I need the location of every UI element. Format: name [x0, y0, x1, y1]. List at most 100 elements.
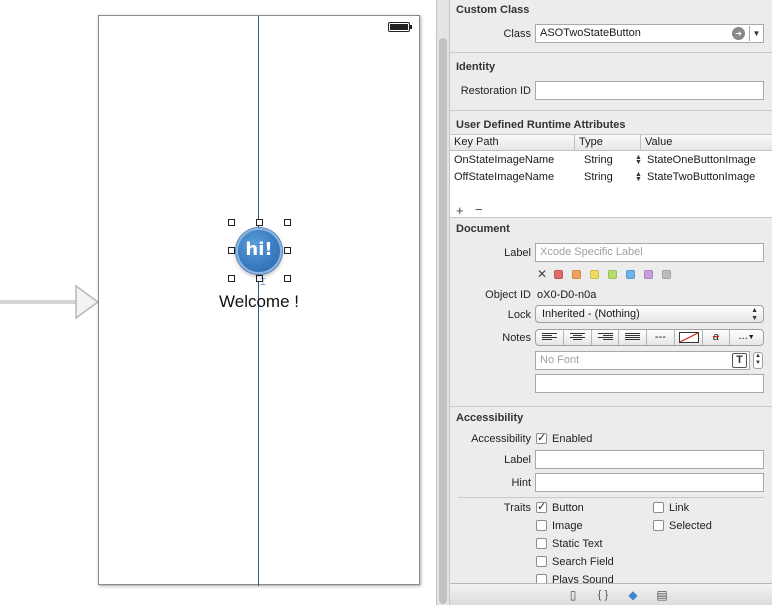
- align-left-button[interactable]: [536, 330, 564, 345]
- object-id-value: oX0-D0-n0a: [537, 289, 597, 301]
- justify-button[interactable]: [619, 330, 647, 345]
- code-snippet-icon[interactable]: { }: [594, 588, 612, 602]
- class-value: ASOTwoStateButton: [540, 27, 641, 39]
- type-stepper-icon[interactable]: ▲ ▼: [635, 154, 642, 166]
- accessibility-enabled-checkbox[interactable]: ✓: [536, 433, 547, 444]
- key-path-cell: OnStateImageName: [454, 154, 555, 166]
- remove-attribute-button[interactable]: −: [475, 202, 483, 217]
- section-divider: [450, 52, 772, 53]
- document-label-field[interactable]: Xcode Specific Label: [535, 243, 764, 262]
- notes-label: Notes: [502, 332, 531, 344]
- text-color-button[interactable]: a: [703, 330, 731, 345]
- hi-button[interactable]: hi!: [236, 228, 282, 274]
- traits-label: Traits: [503, 502, 531, 514]
- trait-search-field-checkbox[interactable]: [536, 556, 547, 567]
- color-swatch-yellow[interactable]: [590, 270, 599, 279]
- lock-popup[interactable]: Inherited - (Nothing) ▲ ▼: [535, 305, 764, 323]
- more-options-button[interactable]: ...▼: [730, 330, 763, 345]
- trait-button-label: Button: [552, 502, 584, 514]
- key-path-cell: OffStateImageName: [454, 171, 555, 183]
- trait-static-text-label: Static Text: [552, 538, 603, 550]
- align-center-button[interactable]: [564, 330, 592, 345]
- resize-handle-bottom-right[interactable]: [284, 275, 291, 282]
- more-options-label: ...: [738, 330, 748, 342]
- align-right-button[interactable]: [592, 330, 620, 345]
- canvas-scrollbar[interactable]: [439, 38, 447, 604]
- column-header-type[interactable]: Type: [575, 135, 641, 150]
- clear-color-icon[interactable]: ✕: [537, 267, 547, 281]
- custom-class-title: Custom Class: [456, 4, 530, 16]
- color-swatch-red[interactable]: [554, 270, 563, 279]
- accessibility-label: Accessibility: [471, 433, 531, 445]
- font-picker-icon[interactable]: T: [732, 353, 747, 368]
- trait-link-checkbox[interactable]: [653, 502, 664, 513]
- color-swatch-orange[interactable]: [572, 270, 581, 279]
- type-cell: String: [584, 171, 613, 183]
- chevron-down-icon[interactable]: ▼: [749, 26, 763, 41]
- no-color-button[interactable]: [675, 330, 703, 345]
- object-library-icon[interactable]: ◆: [626, 588, 640, 602]
- resize-handle-left[interactable]: [228, 247, 235, 254]
- enabled-label: Enabled: [552, 433, 593, 445]
- welcome-label[interactable]: Welcome !: [199, 292, 319, 312]
- section-divider: [450, 406, 772, 407]
- runtime-attributes-title: User Defined Runtime Attributes: [456, 119, 626, 131]
- identity-inspector: Custom Class Class ASOTwoStateButton ➜ ▼…: [450, 0, 772, 605]
- add-attribute-button[interactable]: +: [456, 203, 464, 218]
- trait-selected-label: Selected: [669, 520, 712, 532]
- library-tab-bar: ▯ { } ◆ ▤: [450, 583, 772, 605]
- value-cell: StateTwoButtonImage: [647, 171, 756, 183]
- restoration-id-field[interactable]: [535, 81, 764, 100]
- color-swatch-purple[interactable]: [644, 270, 653, 279]
- trait-search-field-label: Search Field: [552, 556, 614, 568]
- justify-icon: [625, 333, 641, 342]
- document-title: Document: [456, 223, 510, 235]
- document-label-label: Label: [504, 247, 531, 259]
- trait-button-checkbox[interactable]: ✓: [536, 502, 547, 513]
- media-library-icon[interactable]: ▤: [655, 588, 669, 602]
- accessibility-title: Accessibility: [456, 412, 524, 424]
- accessibility-label-field[interactable]: [535, 450, 764, 469]
- resize-handle-right[interactable]: [284, 247, 291, 254]
- notes-text-area[interactable]: [535, 374, 764, 393]
- resize-handle-bottom-left[interactable]: [228, 275, 235, 282]
- resize-handle-top-right[interactable]: [284, 219, 291, 226]
- column-header-value[interactable]: Value: [641, 135, 772, 150]
- text-cursor-icon: ⌶: [260, 277, 266, 288]
- accessibility-label-label: Label: [504, 454, 531, 466]
- dash-button[interactable]: ---: [647, 330, 675, 345]
- value-cell: StateOneButtonImage: [647, 154, 756, 166]
- color-swatch-blue[interactable]: [626, 270, 635, 279]
- initial-view-controller-arrow-icon: [0, 284, 100, 320]
- file-template-icon[interactable]: ▯: [566, 588, 580, 602]
- object-id-label: Object ID: [485, 289, 531, 301]
- runtime-attributes-table[interactable]: Key Path Type Value OnStateImageName Str…: [450, 134, 772, 218]
- trait-selected-checkbox[interactable]: [653, 520, 664, 531]
- go-to-class-icon[interactable]: ➜: [732, 27, 745, 40]
- hint-label: Hint: [511, 477, 531, 489]
- storyboard-canvas[interactable]: hi! ⌶ Welcome !: [0, 0, 436, 605]
- font-value: No Font: [540, 354, 580, 366]
- class-combo-box[interactable]: ASOTwoStateButton ➜ ▼: [535, 24, 764, 43]
- hint-field[interactable]: [535, 473, 764, 492]
- trait-static-text-checkbox[interactable]: [536, 538, 547, 549]
- font-field[interactable]: No Font T: [535, 351, 750, 370]
- resize-handle-top-left[interactable]: [228, 219, 235, 226]
- type-stepper-icon[interactable]: ▲ ▼: [635, 171, 642, 183]
- class-label: Class: [503, 28, 531, 40]
- notes-format-toolbar: --- a ...▼: [535, 329, 764, 346]
- trait-image-checkbox[interactable]: [536, 520, 547, 531]
- color-swatch-gray[interactable]: [662, 270, 671, 279]
- align-right-icon: [597, 333, 613, 342]
- resize-handle-top[interactable]: [256, 219, 263, 226]
- align-center-icon: [569, 333, 585, 342]
- font-size-stepper[interactable]: ▲ ▼: [753, 352, 763, 369]
- lock-label: Lock: [507, 309, 531, 321]
- color-swatch-green[interactable]: [608, 270, 617, 279]
- chevron-down-icon: ▼: [747, 334, 755, 341]
- column-header-key-path[interactable]: Key Path: [450, 135, 575, 150]
- no-color-icon: [678, 332, 699, 343]
- identity-title: Identity: [456, 61, 496, 73]
- view-controller-scene[interactable]: hi! ⌶ Welcome !: [98, 15, 420, 586]
- type-cell: String: [584, 154, 613, 166]
